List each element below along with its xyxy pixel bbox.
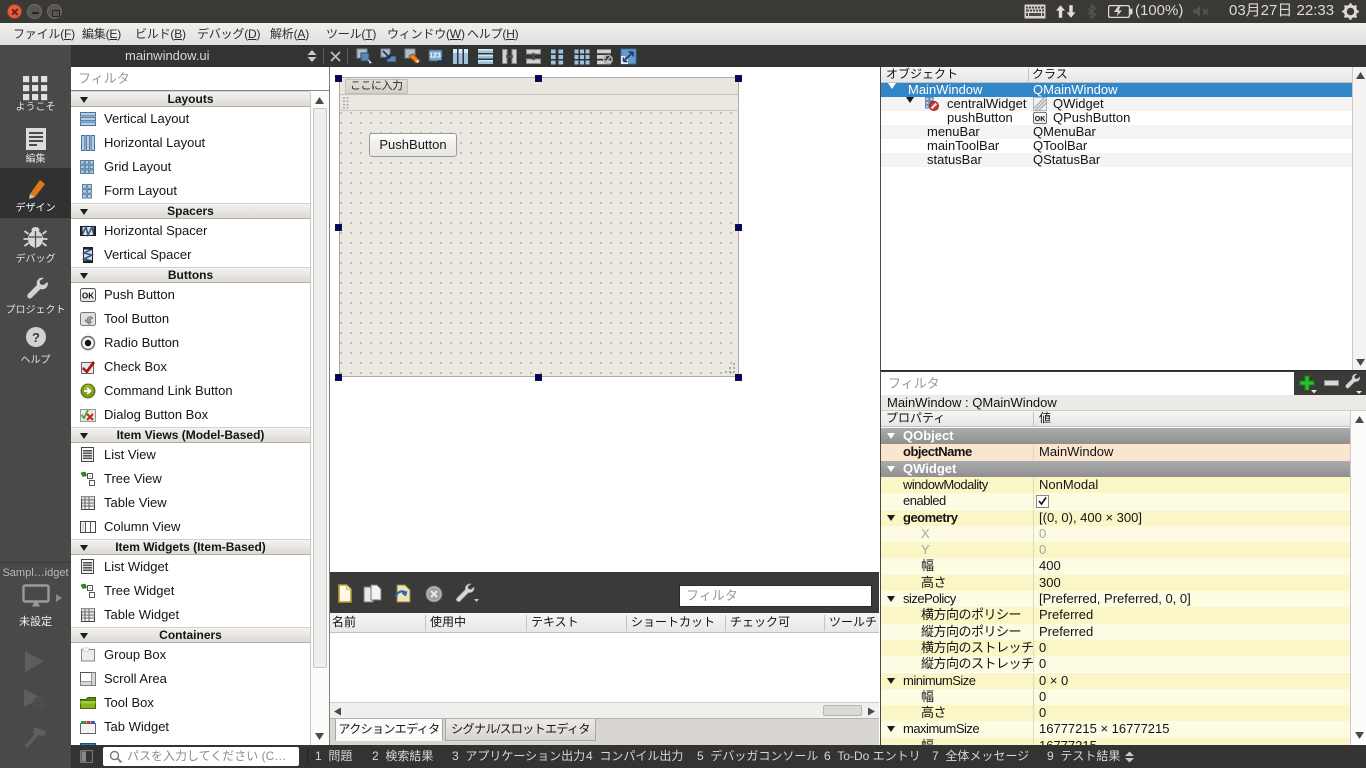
svg-text:OK: OK [82,292,94,301]
svg-text:OK: OK [1035,116,1046,123]
svg-text:123: 123 [429,53,441,60]
svg-text:?: ? [32,330,40,345]
